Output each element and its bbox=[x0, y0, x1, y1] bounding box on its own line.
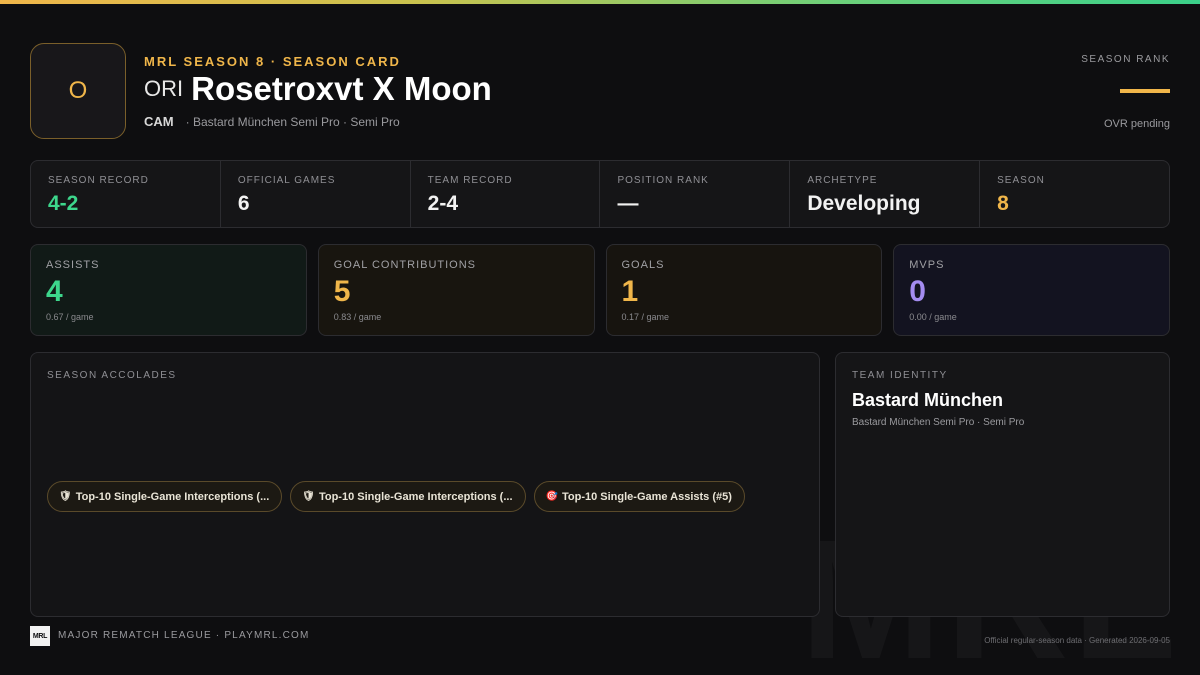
stat-position-rank: POSITION RANK — bbox=[600, 161, 791, 227]
stat-value: 4-2 bbox=[48, 192, 79, 215]
accolade-text: Top-10 Single-Game Interceptions (... bbox=[75, 490, 270, 503]
stat-season: SEASON 8 bbox=[980, 161, 1169, 227]
stat-value: 2-4 bbox=[427, 192, 459, 215]
avatar-letter: O bbox=[68, 77, 88, 104]
ovr-pending-text: OVR pending bbox=[1103, 118, 1170, 130]
stat-label: OFFICIAL GAMES bbox=[237, 175, 336, 186]
card-label: ASSISTS bbox=[46, 259, 100, 271]
stat-archetype: ARCHETYPE Developing bbox=[790, 161, 981, 227]
accolade-chip[interactable]: 🛡 Top-10 Single-Game Interceptions (... bbox=[290, 481, 526, 512]
league-footer: MAJOR REMATCH LEAGUE · PLAYMRL.COM bbox=[58, 630, 310, 641]
stat-label: POSITION RANK bbox=[617, 175, 709, 186]
team-name: Bastard München bbox=[852, 390, 1004, 410]
season-accolades-panel: SEASON ACCOLADES 🛡 Top-10 Single-Game In… bbox=[30, 352, 820, 617]
mvps-card: MVPS 0 0.00 / game bbox=[893, 244, 1170, 336]
card-label: GOAL CONTRIBUTIONS bbox=[333, 259, 477, 271]
shield-icon: 🛡 bbox=[59, 491, 72, 502]
player-name: Rosetroxvt X Moon bbox=[191, 70, 492, 107]
card-value: 5 bbox=[333, 275, 351, 308]
stat-label: ARCHETYPE bbox=[807, 175, 878, 186]
stat-value: — bbox=[617, 192, 639, 215]
stat-season-record: SEASON RECORD 4-2 bbox=[31, 161, 221, 227]
stat-label: TEAM RECORD bbox=[427, 175, 513, 186]
card-label: MVPS bbox=[909, 259, 945, 271]
card-per-game: 0.83 / game bbox=[333, 312, 382, 322]
season-rank-label: SEASON RANK bbox=[1081, 54, 1170, 65]
club-tag: ORI bbox=[144, 76, 184, 101]
goal-contributions-card: GOAL CONTRIBUTIONS 5 0.83 / game bbox=[317, 244, 595, 336]
team-description: Bastard München Semi Pro · Semi Pro bbox=[852, 417, 1025, 428]
team-identity-label: TEAM IDENTITY bbox=[852, 370, 948, 381]
stat-label: SEASON bbox=[997, 175, 1045, 186]
card-per-game: 0.00 / game bbox=[909, 312, 957, 322]
card-per-game: 0.67 / game bbox=[46, 312, 94, 322]
player-name-row: ORI Rosetroxvt X Moon bbox=[144, 70, 492, 108]
player-subline: CAM · Bastard München Semi Pro · Semi Pr… bbox=[144, 114, 400, 129]
stat-official-games: OFFICIAL GAMES 6 bbox=[221, 161, 411, 227]
player-team-line: · Bastard München Semi Pro · Semi Pro bbox=[185, 115, 400, 129]
player-avatar: O bbox=[30, 43, 126, 139]
accolade-chip[interactable]: 🛡 Top-10 Single-Game Interceptions (... bbox=[47, 481, 283, 512]
stat-value: Developing bbox=[807, 192, 921, 215]
team-identity-panel: TEAM IDENTITY Bastard München Bastard Mü… bbox=[835, 352, 1170, 617]
stat-strip: SEASON RECORD 4-2 OFFICIAL GAMES 6 TEAM … bbox=[30, 160, 1170, 228]
card-value: 0 bbox=[909, 275, 926, 308]
accolades-label: SEASON ACCOLADES bbox=[47, 370, 177, 381]
stat-team-record: TEAM RECORD 2-4 bbox=[411, 161, 601, 227]
accolade-text: Top-10 Single-Game Assists (#5) bbox=[561, 490, 732, 503]
accolade-text: Top-10 Single-Game Interceptions (... bbox=[318, 490, 513, 503]
card-value: 1 bbox=[621, 275, 639, 308]
top-gradient-bar bbox=[0, 0, 1200, 4]
shield-icon: 🛡 bbox=[302, 491, 315, 502]
card-per-game: 0.17 / game bbox=[621, 312, 670, 322]
card-value: 4 bbox=[46, 275, 63, 308]
season-card-kicker: MRL SEASON 8 · SEASON CARD bbox=[144, 54, 401, 69]
season-rank-bar bbox=[1120, 89, 1170, 93]
goals-card: GOALS 1 0.17 / game bbox=[605, 244, 883, 336]
stat-value: 6 bbox=[237, 192, 250, 215]
target-icon: 🎯 bbox=[545, 491, 558, 502]
stat-label: SEASON RECORD bbox=[48, 175, 149, 186]
accolade-chips: 🛡 Top-10 Single-Game Interceptions (... … bbox=[47, 481, 745, 512]
card-label: GOALS bbox=[621, 259, 665, 271]
assists-card: ASSISTS 4 0.67 / game bbox=[30, 244, 307, 336]
generated-footer: Official regular-season data · Generated… bbox=[984, 636, 1170, 645]
mrl-logo: MRL bbox=[30, 626, 50, 646]
stat-cards: ASSISTS 4 0.67 / game GOAL CONTRIBUTIONS… bbox=[30, 244, 1170, 336]
accolade-chip[interactable]: 🎯 Top-10 Single-Game Assists (#5) bbox=[533, 481, 745, 512]
stat-value: 8 bbox=[997, 192, 1009, 215]
player-position: CAM bbox=[144, 114, 174, 129]
